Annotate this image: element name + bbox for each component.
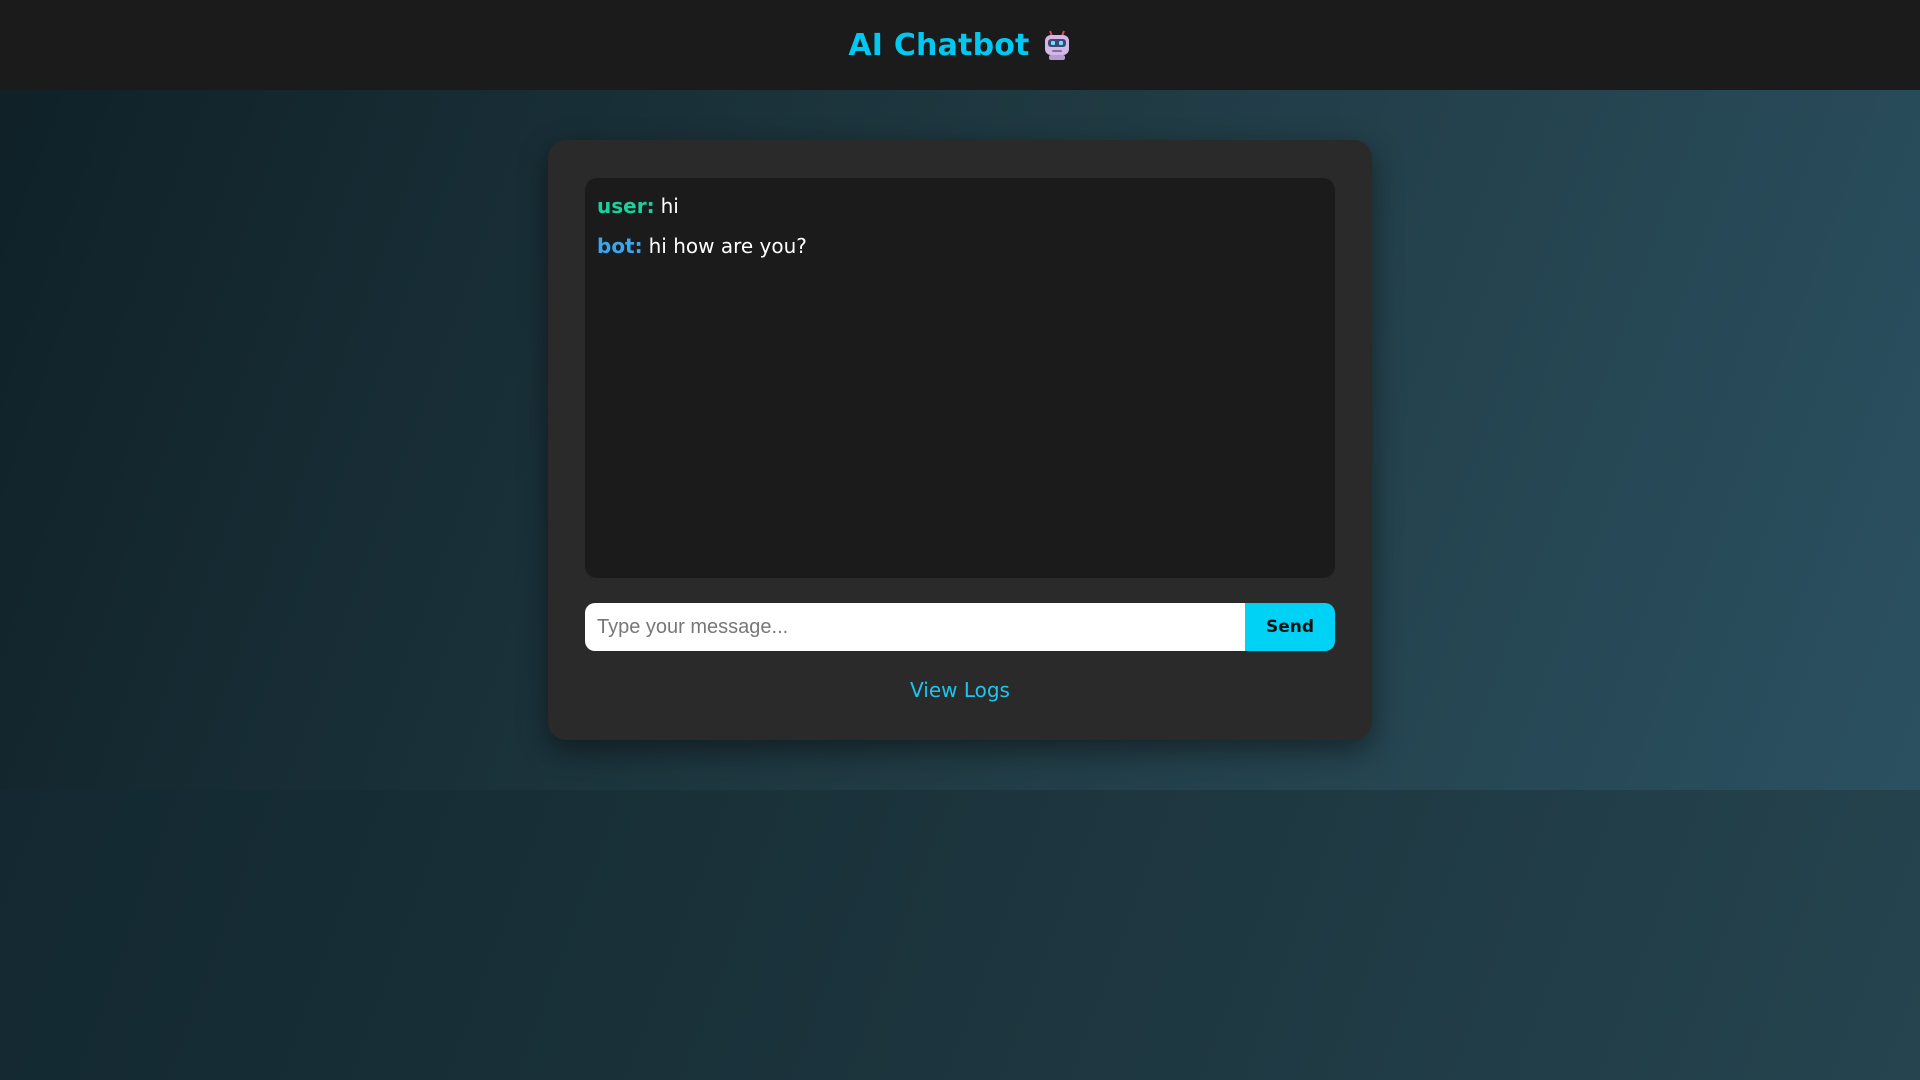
- top-header: AI Chatbot: [0, 0, 1920, 90]
- message-sender-label: user:: [597, 194, 655, 218]
- message-text: hi: [660, 194, 679, 218]
- page-title: AI Chatbot: [848, 28, 1071, 63]
- send-button[interactable]: Send: [1245, 603, 1335, 651]
- chat-card: user:hi bot:hi how are you? Send View Lo…: [548, 140, 1372, 740]
- message-input[interactable]: [585, 603, 1245, 651]
- page-title-text: AI Chatbot: [848, 27, 1030, 63]
- view-logs-link[interactable]: View Logs: [548, 678, 1372, 702]
- chat-message-user: user: hi: [597, 192, 1323, 220]
- message-sender-label: bot:: [597, 234, 643, 258]
- chat-message-bot: bot: hi how are you?: [597, 232, 1323, 260]
- chat-history[interactable]: user: hi bot: hi how are you?: [585, 178, 1335, 578]
- robot-icon: [1042, 29, 1072, 61]
- message-text: hi how are you?: [648, 234, 807, 258]
- background-lower-band: [0, 790, 1920, 1080]
- message-input-row: Send: [585, 603, 1335, 651]
